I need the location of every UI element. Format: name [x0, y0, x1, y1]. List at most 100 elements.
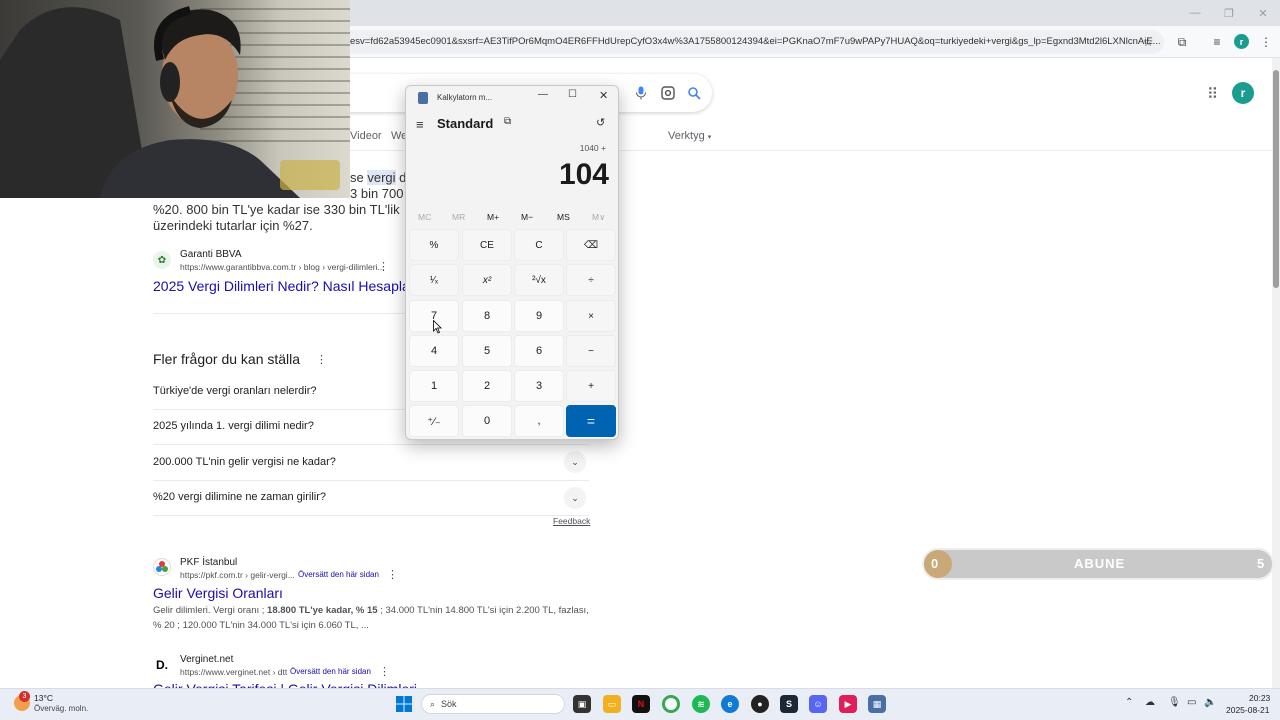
windows-start-icon[interactable] [396, 696, 412, 712]
tools-menu[interactable]: Verktyg ▾ [668, 130, 711, 142]
voice-search-icon[interactable] [632, 84, 650, 102]
result-title-link[interactable]: 2025 Vergi Dilimleri Nedir? Nasıl Hesapl… [153, 278, 405, 294]
close-icon[interactable]: ✕ [599, 89, 608, 102]
calculator-mode: Standard [437, 116, 494, 131]
clear-entry-button[interactable]: CE [462, 229, 512, 261]
task-view-icon[interactable]: ▣ [573, 695, 591, 713]
media-player-icon[interactable]: ▶ [839, 695, 857, 713]
digit-5-button[interactable]: 5 [462, 335, 512, 367]
chevron-down-icon[interactable]: ⌄ [564, 451, 586, 473]
calculator-taskbar-icon[interactable]: ▦ [868, 695, 886, 713]
clock-date[interactable]: 2025-08-21 [1226, 705, 1269, 715]
backspace-button[interactable]: ⌫ [566, 229, 616, 261]
calculator-app-icon [418, 92, 428, 104]
digit-6-button[interactable]: 6 [514, 335, 564, 367]
memory-recall-button[interactable]: MR [452, 212, 465, 222]
feedback-link[interactable]: Feedback [553, 516, 590, 526]
digit-4-button[interactable]: 4 [409, 335, 459, 367]
memory-store-button[interactable]: MS [557, 212, 570, 222]
paa-heading: Fler frågor du kan ställa [153, 351, 301, 367]
lens-icon[interactable] [659, 84, 677, 102]
negate-button[interactable]: ⁺⁄₋ [409, 405, 459, 437]
result-title-link[interactable]: Gelir Vergisi Oranları [153, 585, 283, 601]
featured-snippet-line: 3 bin 700 [350, 186, 404, 201]
webcam-overlay [0, 0, 350, 198]
file-explorer-icon[interactable]: ▭ [603, 695, 621, 713]
browser-menu-icon[interactable]: ⋮ [1257, 33, 1275, 51]
microphone-icon[interactable]: 🎙 [1168, 697, 1181, 708]
spotify-icon[interactable]: ≋ [692, 695, 710, 713]
square-button[interactable]: x² [462, 264, 512, 296]
scrollbar-thumb[interactable] [1273, 70, 1279, 288]
memory-add-button[interactable]: M+ [487, 212, 499, 222]
apps-grid-icon[interactable]: ⠿ [1207, 85, 1218, 103]
divide-button[interactable]: ÷ [566, 264, 616, 296]
profile-avatar[interactable]: r [1234, 34, 1249, 49]
square-root-button[interactable]: ²√x [514, 264, 564, 296]
minimize-icon[interactable]: — [538, 89, 548, 100]
calculator-window[interactable]: Kalkylatorn m... — ☐ ✕ ≡ Standard ⧉ ↺ 10… [405, 85, 619, 440]
subtract-button[interactable]: − [566, 335, 616, 367]
digit-8-button[interactable]: 8 [462, 300, 512, 332]
percent-button[interactable]: % [409, 229, 459, 261]
minimize-icon[interactable]: — [1178, 0, 1212, 26]
paa-question[interactable]: 2025 yılında 1. vergi dilimi nedir? [153, 420, 314, 432]
paa-question[interactable]: %20 vergi dilimine ne zaman girilir? [153, 491, 326, 503]
paa-question[interactable]: 200.000 TL'nin gelir vergisi ne kadar? [153, 456, 336, 468]
clock-time[interactable]: 20:23 [1249, 693, 1270, 703]
result-more-icon[interactable]: ⋮ [378, 260, 389, 273]
subscribe-goal: 5 [1257, 556, 1265, 571]
equals-button[interactable]: = [566, 405, 616, 437]
discord-icon[interactable]: ☺ [809, 695, 827, 713]
weather-description: Överväg. moln. [34, 704, 89, 713]
decimal-button[interactable]: , [514, 405, 564, 437]
bookmark-star-icon[interactable]: ☆ [1139, 33, 1157, 51]
memory-clear-button[interactable]: MC [418, 212, 431, 222]
taskbar-search[interactable]: ⌕ Sök [421, 694, 565, 714]
result-more-icon[interactable]: ⋮ [379, 665, 390, 678]
translate-link[interactable]: Översätt den här sidan [298, 570, 379, 579]
digit-0-button[interactable]: 0 [462, 405, 512, 437]
app-icon[interactable]: ● [751, 695, 769, 713]
result-more-icon[interactable]: ⋮ [387, 568, 398, 581]
paa-more-icon[interactable]: ⋮ [316, 353, 327, 366]
google-account-avatar[interactable]: r [1232, 82, 1254, 104]
clear-button[interactable]: C [514, 229, 564, 261]
reciprocal-button[interactable]: ¹⁄ₓ [409, 264, 459, 296]
media-controls-icon[interactable]: ≡ [1208, 33, 1226, 51]
translate-link[interactable]: Översätt den här sidan [290, 667, 371, 676]
restore-icon[interactable]: ❐ [1212, 0, 1246, 26]
paa-question[interactable]: Türkiye'de vergi oranları nelerdir? [153, 385, 317, 397]
result-url: https://www.garantibbva.com.tr › blog › … [180, 262, 385, 272]
memory-subtract-button[interactable]: M− [521, 212, 533, 222]
featured-snippet-line: se vergi d [350, 170, 407, 185]
tray-overflow-icon[interactable]: ⌃ [1125, 697, 1133, 708]
extensions-icon[interactable]: ⧉ [1173, 33, 1191, 51]
digit-2-button[interactable]: 2 [462, 370, 512, 402]
streamer-silhouette [0, 6, 340, 198]
digit-3-button[interactable]: 3 [514, 370, 564, 402]
digit-1-button[interactable]: 1 [409, 370, 459, 402]
digit-9-button[interactable]: 9 [514, 300, 564, 332]
multiply-button[interactable]: × [566, 300, 616, 332]
hamburger-menu-icon[interactable]: ≡ [416, 117, 424, 132]
steam-icon[interactable]: S [780, 695, 798, 713]
keep-on-top-icon[interactable]: ⧉ [504, 116, 511, 127]
address-bar[interactable]: esv=fd62a53945ec0901&sxsrf=AE3TifPOr6Mqm… [342, 30, 1164, 54]
maximize-icon[interactable]: ☐ [568, 89, 577, 100]
search-icon[interactable] [685, 84, 703, 102]
onedrive-icon[interactable]: ☁ [1145, 697, 1155, 708]
volume-icon[interactable]: 🔈 [1204, 697, 1216, 708]
network-icon[interactable]: ▭ [1187, 697, 1196, 708]
edge-icon[interactable]: e [721, 695, 739, 713]
history-icon[interactable]: ↺ [596, 116, 605, 129]
tab-videor[interactable]: Videor [350, 130, 382, 142]
chrome-icon[interactable] [662, 695, 680, 713]
close-icon[interactable]: ✕ [1246, 0, 1280, 26]
netflix-icon[interactable]: N [632, 695, 650, 713]
memory-list-button[interactable]: M∨ [592, 212, 605, 223]
chevron-down-icon[interactable]: ⌄ [564, 487, 586, 509]
calculator-expression: 1040 + [579, 143, 606, 153]
add-button[interactable]: + [566, 370, 616, 402]
pkf-favicon [153, 558, 171, 576]
